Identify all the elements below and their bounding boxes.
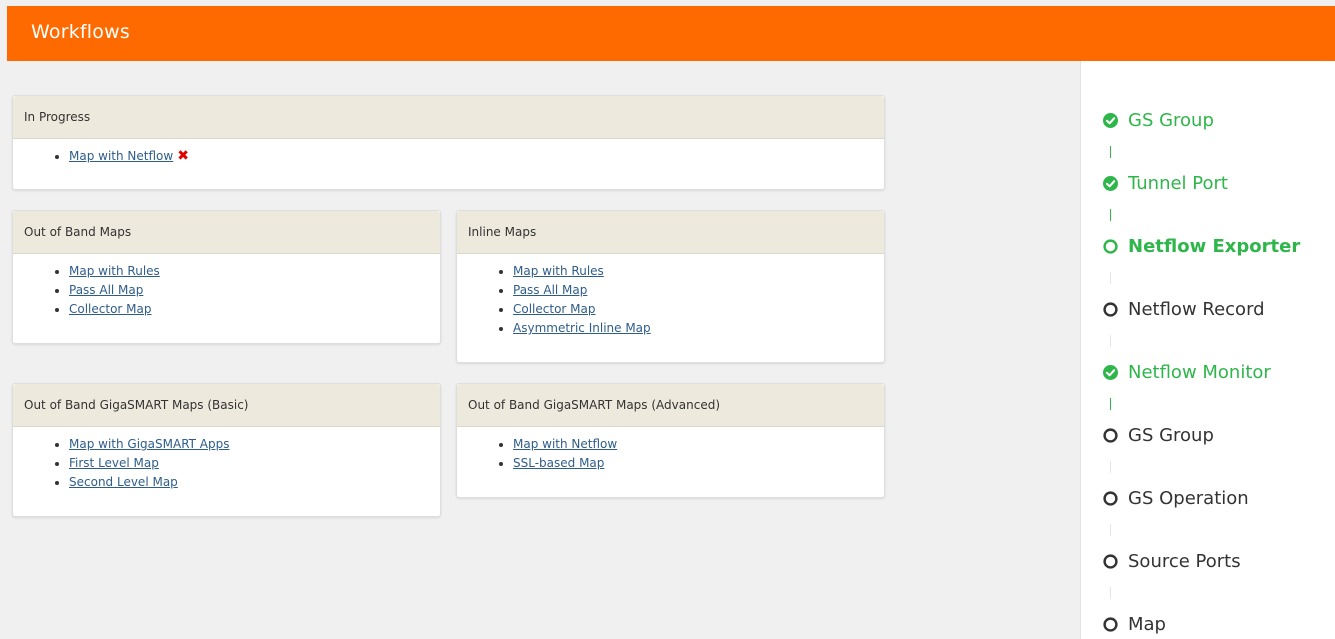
- step-gs-operation[interactable]: GS Operation: [1103, 485, 1249, 511]
- inline-maps-panel: Inline Maps Map with Rules Pass All Map …: [456, 210, 885, 363]
- step-connector: [1110, 272, 1111, 284]
- step-gs-group[interactable]: GS Group: [1103, 107, 1214, 133]
- step-label: GS Group: [1128, 424, 1214, 446]
- oob-link-collector-map[interactable]: Collector Map: [69, 302, 152, 316]
- out-of-band-maps-title: Out of Band Maps: [13, 211, 440, 254]
- step-netflow-record[interactable]: Netflow Record: [1103, 296, 1265, 322]
- page-title: Workflows: [31, 21, 130, 43]
- step-source-ports[interactable]: Source Ports: [1103, 548, 1241, 574]
- step-gs-group[interactable]: GS Group: [1103, 422, 1214, 448]
- list-item: Asymmetric Inline Map: [513, 319, 884, 338]
- oob-link-pass-all-map[interactable]: Pass All Map: [69, 283, 143, 297]
- step-connector: [1110, 524, 1111, 536]
- circle-outline-icon: [1103, 490, 1118, 506]
- list-item: Pass All Map: [513, 281, 884, 300]
- step-label: Map: [1128, 613, 1166, 635]
- step-netflow-exporter[interactable]: Netflow Exporter: [1103, 233, 1300, 259]
- step-connector: [1110, 587, 1111, 599]
- gs-advanced-link-map-with-netflow[interactable]: Map with Netflow: [513, 437, 617, 451]
- gs-basic-link-map-with-gigasmart-apps[interactable]: Map with GigaSMART Apps: [69, 437, 230, 451]
- list-item: Second Level Map: [69, 473, 440, 492]
- circle-outline-icon: [1103, 301, 1118, 317]
- step-netflow-monitor[interactable]: Netflow Monitor: [1103, 359, 1271, 385]
- workflows-header: Workflows: [7, 6, 1335, 61]
- out-of-band-maps-panel: Out of Band Maps Map with Rules Pass All…: [12, 210, 441, 344]
- inline-link-collector-map[interactable]: Collector Map: [513, 302, 596, 316]
- step-label: Netflow Exporter: [1128, 235, 1301, 257]
- list-item: Map with Netflow: [513, 435, 884, 454]
- inline-link-pass-all-map[interactable]: Pass All Map: [513, 283, 587, 297]
- list-item: Map with Rules: [513, 262, 884, 281]
- step-map[interactable]: Map: [1103, 611, 1166, 637]
- step-connector: [1110, 146, 1111, 158]
- inline-link-asymmetric-inline-map[interactable]: Asymmetric Inline Map: [513, 321, 651, 335]
- list-item: Map with Netflow ✖: [69, 147, 884, 166]
- in-progress-panel: In Progress Map with Netflow ✖: [12, 95, 885, 190]
- inline-maps-title: Inline Maps: [457, 211, 884, 254]
- in-progress-link-map-with-netflow[interactable]: Map with Netflow: [69, 149, 173, 163]
- inline-link-map-with-rules[interactable]: Map with Rules: [513, 264, 604, 278]
- step-tunnel-port[interactable]: Tunnel Port: [1103, 170, 1228, 196]
- step-label: Netflow Record: [1128, 298, 1265, 320]
- step-label: Source Ports: [1128, 550, 1241, 572]
- list-item: Map with GigaSMART Apps: [69, 435, 440, 454]
- step-connector: [1110, 209, 1111, 221]
- gigasmart-advanced-panel: Out of Band GigaSMART Maps (Advanced) Ma…: [456, 383, 885, 498]
- list-item: Map with Rules: [69, 262, 440, 281]
- step-label: Netflow Monitor: [1128, 361, 1271, 383]
- list-item: Collector Map: [69, 300, 440, 319]
- check-circle-icon: [1103, 112, 1118, 128]
- gigasmart-advanced-title: Out of Band GigaSMART Maps (Advanced): [457, 384, 884, 427]
- workflow-stepper: GS Group Tunnel Port Netflow Exporter Netfl…: [1080, 61, 1335, 639]
- list-item: First Level Map: [69, 454, 440, 473]
- list-item: Collector Map: [513, 300, 884, 319]
- circle-outline-icon: [1103, 427, 1118, 443]
- list-item: Pass All Map: [69, 281, 440, 300]
- circle-outline-icon: [1103, 553, 1118, 569]
- step-connector: [1110, 398, 1111, 410]
- circle-outline-icon: [1103, 238, 1118, 254]
- check-circle-icon: [1103, 175, 1118, 191]
- circle-outline-icon: [1103, 616, 1118, 632]
- oob-link-map-with-rules[interactable]: Map with Rules: [69, 264, 160, 278]
- step-label: Tunnel Port: [1128, 172, 1228, 194]
- gigasmart-basic-title: Out of Band GigaSMART Maps (Basic): [13, 384, 440, 427]
- close-icon[interactable]: ✖: [177, 149, 189, 163]
- gs-advanced-link-ssl-based-map[interactable]: SSL-based Map: [513, 456, 604, 470]
- step-label: GS Group: [1128, 109, 1214, 131]
- list-item: SSL-based Map: [513, 454, 884, 473]
- step-label: GS Operation: [1128, 487, 1249, 509]
- gs-basic-link-second-level-map[interactable]: Second Level Map: [69, 475, 178, 489]
- gigasmart-basic-panel: Out of Band GigaSMART Maps (Basic) Map w…: [12, 383, 441, 517]
- gs-basic-link-first-level-map[interactable]: First Level Map: [69, 456, 159, 470]
- check-circle-icon: [1103, 364, 1118, 380]
- in-progress-panel-title: In Progress: [13, 96, 884, 139]
- step-connector: [1110, 461, 1111, 473]
- step-connector: [1110, 335, 1111, 347]
